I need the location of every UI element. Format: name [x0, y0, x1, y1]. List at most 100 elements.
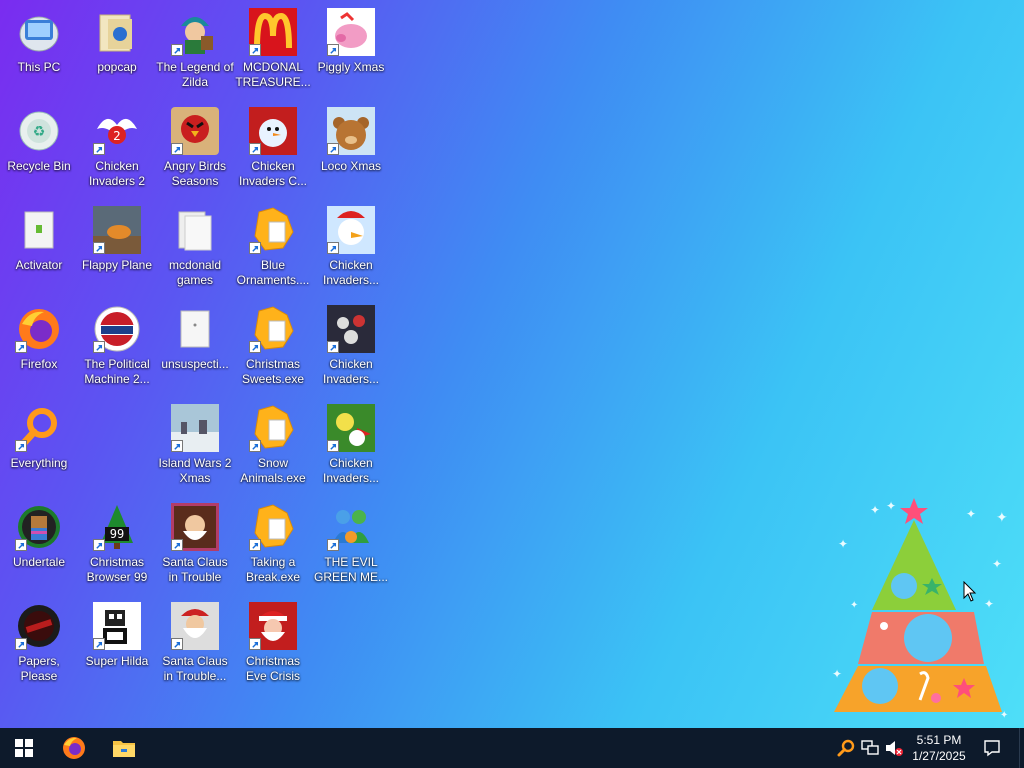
chicken-invaders-icon: [327, 305, 375, 353]
desktop-icon-blue-ornaments[interactable]: Blue Ornaments....: [234, 200, 312, 296]
angry-birds-icon: [171, 107, 219, 155]
network-icon: [861, 740, 879, 755]
mcdonalds-icon: [249, 8, 297, 56]
snowman-icon: [249, 107, 297, 155]
icon-label: The Political Machine 2...: [84, 357, 150, 386]
desktop-icon-mcdonald-games[interactable]: mcdonald games: [156, 200, 234, 296]
icon-label: Everything: [10, 456, 68, 470]
svg-text:99: 99: [110, 527, 124, 541]
papers-please-icon: [15, 602, 63, 650]
svg-text:2: 2: [113, 129, 121, 143]
shortcut-arrow-icon: [171, 143, 183, 155]
christmas-tree-widget: ✦ ✦ ✦ ✦ ✦ ✦ ✦ ✦ ✦ ✦: [824, 488, 1020, 724]
firefox-icon: [15, 305, 63, 353]
tray-network[interactable]: [860, 738, 880, 758]
executable-icon: [249, 404, 297, 452]
desktop-icon-piggly-xmas[interactable]: Piggly Xmas: [312, 2, 390, 98]
notification-icon: [984, 740, 1000, 757]
shortcut-arrow-icon: [249, 341, 261, 353]
icon-label: Christmas Browser 99: [86, 555, 148, 584]
taskbar-clock[interactable]: 5:51 PM 1/27/2025: [906, 732, 972, 764]
desktop-icon-santa-claus-trouble-again[interactable]: Santa Claus in Trouble... A...: [156, 596, 234, 692]
flappy-plane-icon: [93, 206, 141, 254]
desktop-icon-taking-a-break[interactable]: Taking a Break.exe: [234, 497, 312, 593]
desktop-icon-loco-xmas[interactable]: Loco Xmas: [312, 101, 390, 197]
svg-text:✦: ✦: [886, 499, 896, 513]
desktop-icon-chicken-invaders-b[interactable]: Chicken Invaders...: [312, 299, 390, 395]
desktop-icon-papers-please[interactable]: Papers, Please: [0, 596, 78, 692]
desktop-icon-mcdonal-treasure[interactable]: MCDONAL TREASURE...: [234, 2, 312, 98]
shortcut-arrow-icon: [15, 440, 27, 452]
santa-icon: [171, 503, 219, 551]
desktop-icon-this-pc[interactable]: This PC: [0, 2, 78, 98]
messenger-icon: [327, 503, 375, 551]
executable-icon: [249, 206, 297, 254]
icon-label: Recycle Bin: [7, 159, 71, 173]
icon-label: Santa Claus in Trouble: [162, 555, 228, 584]
chicken-icon: 2: [93, 107, 141, 155]
desktop-icon-legend-of-zilda[interactable]: The Legend of Zilda: [156, 2, 234, 98]
shortcut-arrow-icon: [249, 539, 261, 551]
icon-label: Firefox: [20, 357, 58, 371]
santa-icon: [171, 602, 219, 650]
zilda-icon: [171, 8, 219, 56]
icon-label: Taking a Break.exe: [245, 555, 301, 584]
desktop-icon-chicken-invaders-2[interactable]: 2 Chicken Invaders 2: [78, 101, 156, 197]
svg-text:✦: ✦: [984, 597, 994, 611]
desktop-icon-undertale[interactable]: Undertale: [0, 497, 78, 593]
political-machine-icon: [93, 305, 141, 353]
recycle-bin-icon: ♻: [15, 107, 63, 155]
document-icon: [171, 206, 219, 254]
santa-icon: [249, 602, 297, 650]
desktop-icon-christmas-browser[interactable]: 99 Christmas Browser 99: [78, 497, 156, 593]
desktop-icon-angry-birds-seasons[interactable]: Angry Birds Seasons: [156, 101, 234, 197]
desktop-icon-super-hilda[interactable]: Super Hilda: [78, 596, 156, 692]
icon-label: Chicken Invaders...: [322, 258, 380, 287]
desktop-icon-evil-green-messenger[interactable]: THE EVIL GREEN ME...: [312, 497, 390, 593]
windows-logo-icon: [15, 739, 33, 757]
shortcut-arrow-icon: [15, 638, 27, 650]
desktop-icon-island-wars[interactable]: Island Wars 2 Xmas: [156, 398, 234, 494]
shortcut-arrow-icon: [249, 143, 261, 155]
icon-label: mcdonald games: [168, 258, 222, 287]
icon-label: Christmas Eve Crisis: [245, 654, 300, 683]
desktop-icon-christmas-sweets[interactable]: Christmas Sweets.exe: [234, 299, 312, 395]
desktop-icon-flappy-plane[interactable]: Flappy Plane: [78, 200, 156, 296]
shortcut-arrow-icon: [327, 539, 339, 551]
desktop-icon-everything[interactable]: Everything: [0, 398, 78, 494]
mouse-cursor-icon: [963, 580, 977, 608]
desktop-icon-popcap[interactable]: popcap: [78, 2, 156, 98]
desktop-icon-snow-animals[interactable]: Snow Animals.exe: [234, 398, 312, 494]
desktop-icon-christmas-eve-crisis[interactable]: Christmas Eve Crisis: [234, 596, 312, 692]
start-button[interactable]: [0, 728, 48, 768]
desktop: This PC ♻ Recycle Bin Activator Firefox …: [0, 0, 1024, 728]
desktop-icon-chicken-invaders-c[interactable]: Chicken Invaders C...: [234, 101, 312, 197]
tray-search[interactable]: [836, 738, 856, 758]
tray-volume[interactable]: [884, 738, 904, 758]
desktop-icon-political-machine[interactable]: The Political Machine 2...: [78, 299, 156, 395]
taskbar-file-explorer[interactable]: [100, 728, 148, 768]
christmas-tree-icon: 99: [93, 503, 141, 551]
chicken-icon: [327, 206, 375, 254]
icon-label: MCDONAL TREASURE...: [235, 60, 311, 89]
desktop-icon-unsuspecting[interactable]: unsuspecti...: [156, 299, 234, 395]
taskbar-firefox[interactable]: [50, 728, 98, 768]
desktop-icon-recycle-bin[interactable]: ♻ Recycle Bin: [0, 101, 78, 197]
icon-label: Chicken Invaders 2: [88, 159, 146, 188]
desktop-icon-chicken-invaders-a[interactable]: Chicken Invaders...: [312, 200, 390, 296]
icon-label: Papers, Please: [18, 654, 60, 683]
executable-icon: [249, 503, 297, 551]
desktop-icon-santa-claus-in-trouble[interactable]: Santa Claus in Trouble: [156, 497, 234, 593]
svg-text:✦: ✦: [838, 537, 848, 551]
show-desktop-strip[interactable]: [1019, 728, 1024, 768]
shortcut-arrow-icon: [249, 242, 261, 254]
pig-icon: [327, 8, 375, 56]
desktop-icon-chicken-invaders-d[interactable]: Chicken Invaders...: [312, 398, 390, 494]
action-center-button[interactable]: [982, 738, 1002, 758]
shortcut-arrow-icon: [15, 539, 27, 551]
desktop-icon-activator[interactable]: Activator: [0, 200, 78, 296]
folder-icon: [113, 741, 135, 757]
shortcut-arrow-icon: [249, 440, 261, 452]
icon-label: Undertale: [12, 555, 66, 569]
desktop-icon-firefox[interactable]: Firefox: [0, 299, 78, 395]
